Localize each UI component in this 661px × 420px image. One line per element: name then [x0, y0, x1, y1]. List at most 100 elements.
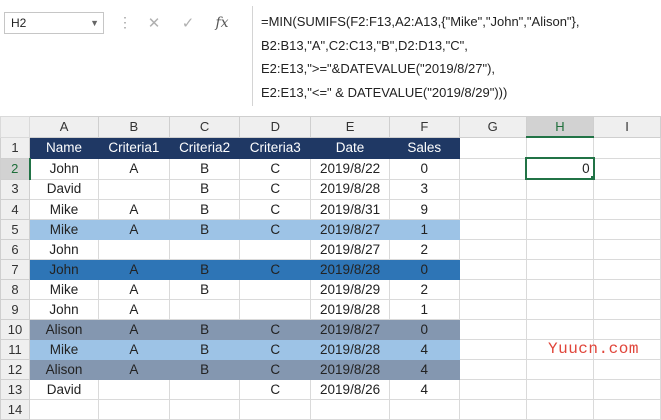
- cell[interactable]: [525, 319, 595, 340]
- row-header[interactable]: 1: [0, 136, 31, 159]
- cell[interactable]: [593, 199, 661, 220]
- cell[interactable]: [593, 259, 661, 280]
- cell[interactable]: [239, 239, 312, 260]
- cell[interactable]: Sales: [388, 136, 460, 159]
- formula-input[interactable]: =MIN(SUMIFS(F2:F13,A2:A13,{"Mike","John"…: [252, 6, 661, 106]
- cell[interactable]: B: [168, 157, 241, 180]
- cell[interactable]: A: [97, 299, 170, 320]
- cell[interactable]: [593, 178, 661, 200]
- cell[interactable]: 9: [388, 199, 460, 220]
- cell[interactable]: [593, 299, 661, 320]
- row-header[interactable]: 2: [0, 157, 31, 180]
- cell[interactable]: B: [168, 178, 241, 200]
- cell[interactable]: [168, 239, 241, 260]
- cell[interactable]: C: [239, 359, 312, 380]
- cell[interactable]: 1: [388, 299, 460, 320]
- cell[interactable]: [310, 399, 390, 420]
- cell[interactable]: John: [29, 259, 99, 280]
- cell[interactable]: Alison: [29, 319, 99, 340]
- cell[interactable]: [458, 359, 527, 380]
- cell[interactable]: [525, 259, 595, 280]
- cell[interactable]: [593, 379, 661, 400]
- column-header-i[interactable]: I: [593, 116, 661, 138]
- column-header-b[interactable]: B: [97, 116, 170, 138]
- cell[interactable]: [168, 379, 241, 400]
- cell[interactable]: B: [168, 219, 241, 240]
- cell[interactable]: [525, 359, 595, 380]
- cell[interactable]: [525, 178, 595, 200]
- cell[interactable]: [29, 399, 99, 420]
- cell[interactable]: Name: [29, 136, 99, 159]
- cell[interactable]: B: [168, 359, 241, 380]
- cell[interactable]: 2: [388, 279, 460, 300]
- cell[interactable]: 2019/8/31: [310, 199, 390, 220]
- cell[interactable]: [168, 299, 241, 320]
- cell[interactable]: C: [239, 157, 312, 180]
- cell[interactable]: 2019/8/28: [310, 299, 390, 320]
- cell[interactable]: [458, 239, 527, 260]
- cell[interactable]: [593, 136, 661, 159]
- cell[interactable]: Mike: [29, 199, 99, 220]
- cell[interactable]: Mike: [29, 339, 99, 360]
- cell[interactable]: [97, 239, 170, 260]
- cell[interactable]: C: [239, 199, 312, 220]
- row-header[interactable]: 13: [0, 379, 31, 400]
- cell[interactable]: 1: [388, 219, 460, 240]
- cell[interactable]: [525, 219, 595, 240]
- cell[interactable]: 2019/8/27: [310, 239, 390, 260]
- insert-function-icon[interactable]: fx: [205, 15, 239, 31]
- cell[interactable]: 4: [388, 379, 460, 400]
- active-cell-h2[interactable]: 0: [525, 157, 595, 180]
- cell[interactable]: [458, 339, 527, 360]
- row-header[interactable]: 9: [0, 299, 31, 320]
- cell[interactable]: 2019/8/26: [310, 379, 390, 400]
- column-header-h[interactable]: H: [525, 116, 595, 138]
- cell[interactable]: [525, 379, 595, 400]
- cell[interactable]: David: [29, 178, 99, 200]
- cell[interactable]: [593, 279, 661, 300]
- cell[interactable]: A: [97, 339, 170, 360]
- chevron-down-icon[interactable]: ▼: [90, 13, 99, 33]
- cell[interactable]: A: [97, 319, 170, 340]
- cell[interactable]: [593, 239, 661, 260]
- cell[interactable]: 2019/8/28: [310, 178, 390, 200]
- cell[interactable]: 4: [388, 359, 460, 380]
- cell[interactable]: A: [97, 157, 170, 180]
- cell[interactable]: 2019/8/27: [310, 219, 390, 240]
- cell[interactable]: A: [97, 279, 170, 300]
- cell[interactable]: [458, 157, 527, 180]
- cell[interactable]: [458, 319, 527, 340]
- cell[interactable]: [239, 399, 312, 420]
- cell[interactable]: A: [97, 199, 170, 220]
- cell[interactable]: Criteria3: [239, 136, 312, 159]
- cell[interactable]: [97, 379, 170, 400]
- cell[interactable]: [525, 239, 595, 260]
- cell[interactable]: [525, 136, 595, 159]
- row-header[interactable]: 6: [0, 239, 31, 260]
- cell[interactable]: [458, 279, 527, 300]
- cell[interactable]: A: [97, 219, 170, 240]
- more-options-icon[interactable]: ⋮: [118, 12, 132, 34]
- cell[interactable]: [388, 399, 460, 420]
- cell[interactable]: 0: [388, 157, 460, 180]
- cell[interactable]: [525, 279, 595, 300]
- cell[interactable]: A: [97, 259, 170, 280]
- cell[interactable]: C: [239, 319, 312, 340]
- cell[interactable]: B: [168, 339, 241, 360]
- column-header-g[interactable]: G: [458, 116, 527, 138]
- cell[interactable]: John: [29, 299, 99, 320]
- row-header[interactable]: 4: [0, 199, 31, 220]
- cell[interactable]: [239, 299, 312, 320]
- cell[interactable]: 2019/8/27: [310, 319, 390, 340]
- cell[interactable]: David: [29, 379, 99, 400]
- name-box[interactable]: H2 ▼: [4, 12, 104, 34]
- cell[interactable]: Mike: [29, 279, 99, 300]
- cell[interactable]: C: [239, 339, 312, 360]
- cell[interactable]: [458, 259, 527, 280]
- column-header-a[interactable]: A: [29, 116, 99, 138]
- cell[interactable]: C: [239, 178, 312, 200]
- cell[interactable]: [593, 399, 661, 420]
- fill-handle[interactable]: [589, 175, 592, 177]
- enter-icon[interactable]: ✓: [171, 14, 205, 32]
- cell[interactable]: [458, 379, 527, 400]
